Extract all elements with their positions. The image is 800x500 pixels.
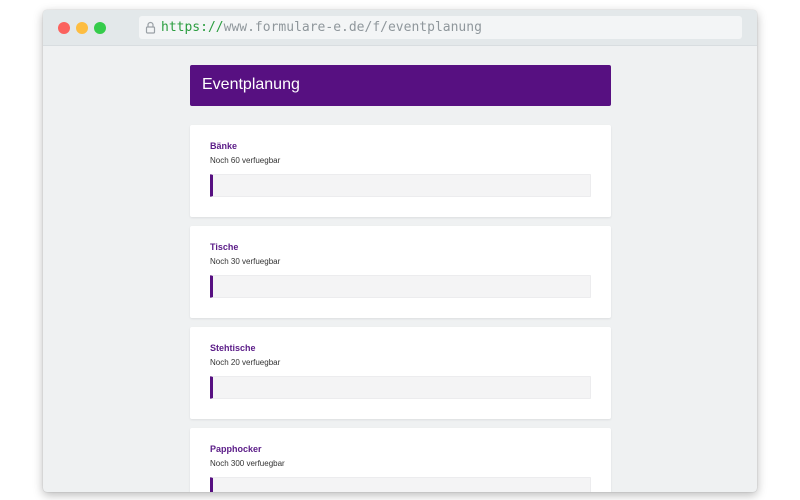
field-card-papphocker: Papphocker Noch 300 verfuegbar — [190, 428, 611, 492]
lock-icon — [145, 21, 156, 34]
url-path: www.formulare-e.de/f/eventplanung — [223, 20, 482, 35]
form-header: Eventplanung — [190, 65, 611, 106]
browser-window: https://www.formulare-e.de/f/eventplanun… — [43, 10, 757, 492]
form-title: Eventplanung — [202, 76, 300, 93]
field-availability-hint: Noch 20 verfuegbar — [210, 358, 281, 367]
field-card-stehtische: Stehtische Noch 20 verfuegbar — [190, 327, 611, 419]
minimize-window-button[interactable] — [76, 22, 88, 34]
papphocker-input[interactable] — [210, 477, 591, 492]
address-bar[interactable]: https://www.formulare-e.de/f/eventplanun… — [139, 16, 742, 39]
field-card-baenke: Bänke Noch 60 verfuegbar — [190, 125, 611, 217]
field-availability-hint: Noch 60 verfuegbar — [210, 156, 281, 165]
field-availability-hint: Noch 30 verfuegbar — [210, 257, 281, 266]
stehtische-input[interactable] — [210, 376, 591, 399]
field-card-tische: Tische Noch 30 verfuegbar — [190, 226, 611, 318]
page-content: Eventplanung Bänke Noch 60 verfuegbar Ti… — [43, 46, 757, 492]
url-text: https://www.formulare-e.de/f/eventplanun… — [161, 19, 482, 36]
close-window-button[interactable] — [58, 22, 70, 34]
tische-input[interactable] — [210, 275, 591, 298]
field-availability-hint: Noch 300 verfuegbar — [210, 459, 285, 468]
field-label: Papphocker — [210, 444, 262, 454]
field-label: Tische — [210, 242, 239, 252]
field-label: Bänke — [210, 141, 238, 151]
baenke-input[interactable] — [210, 174, 591, 197]
field-label: Stehtische — [210, 343, 256, 353]
url-scheme: https:// — [161, 20, 224, 35]
browser-titlebar: https://www.formulare-e.de/f/eventplanun… — [43, 10, 757, 46]
maximize-window-button[interactable] — [94, 22, 106, 34]
